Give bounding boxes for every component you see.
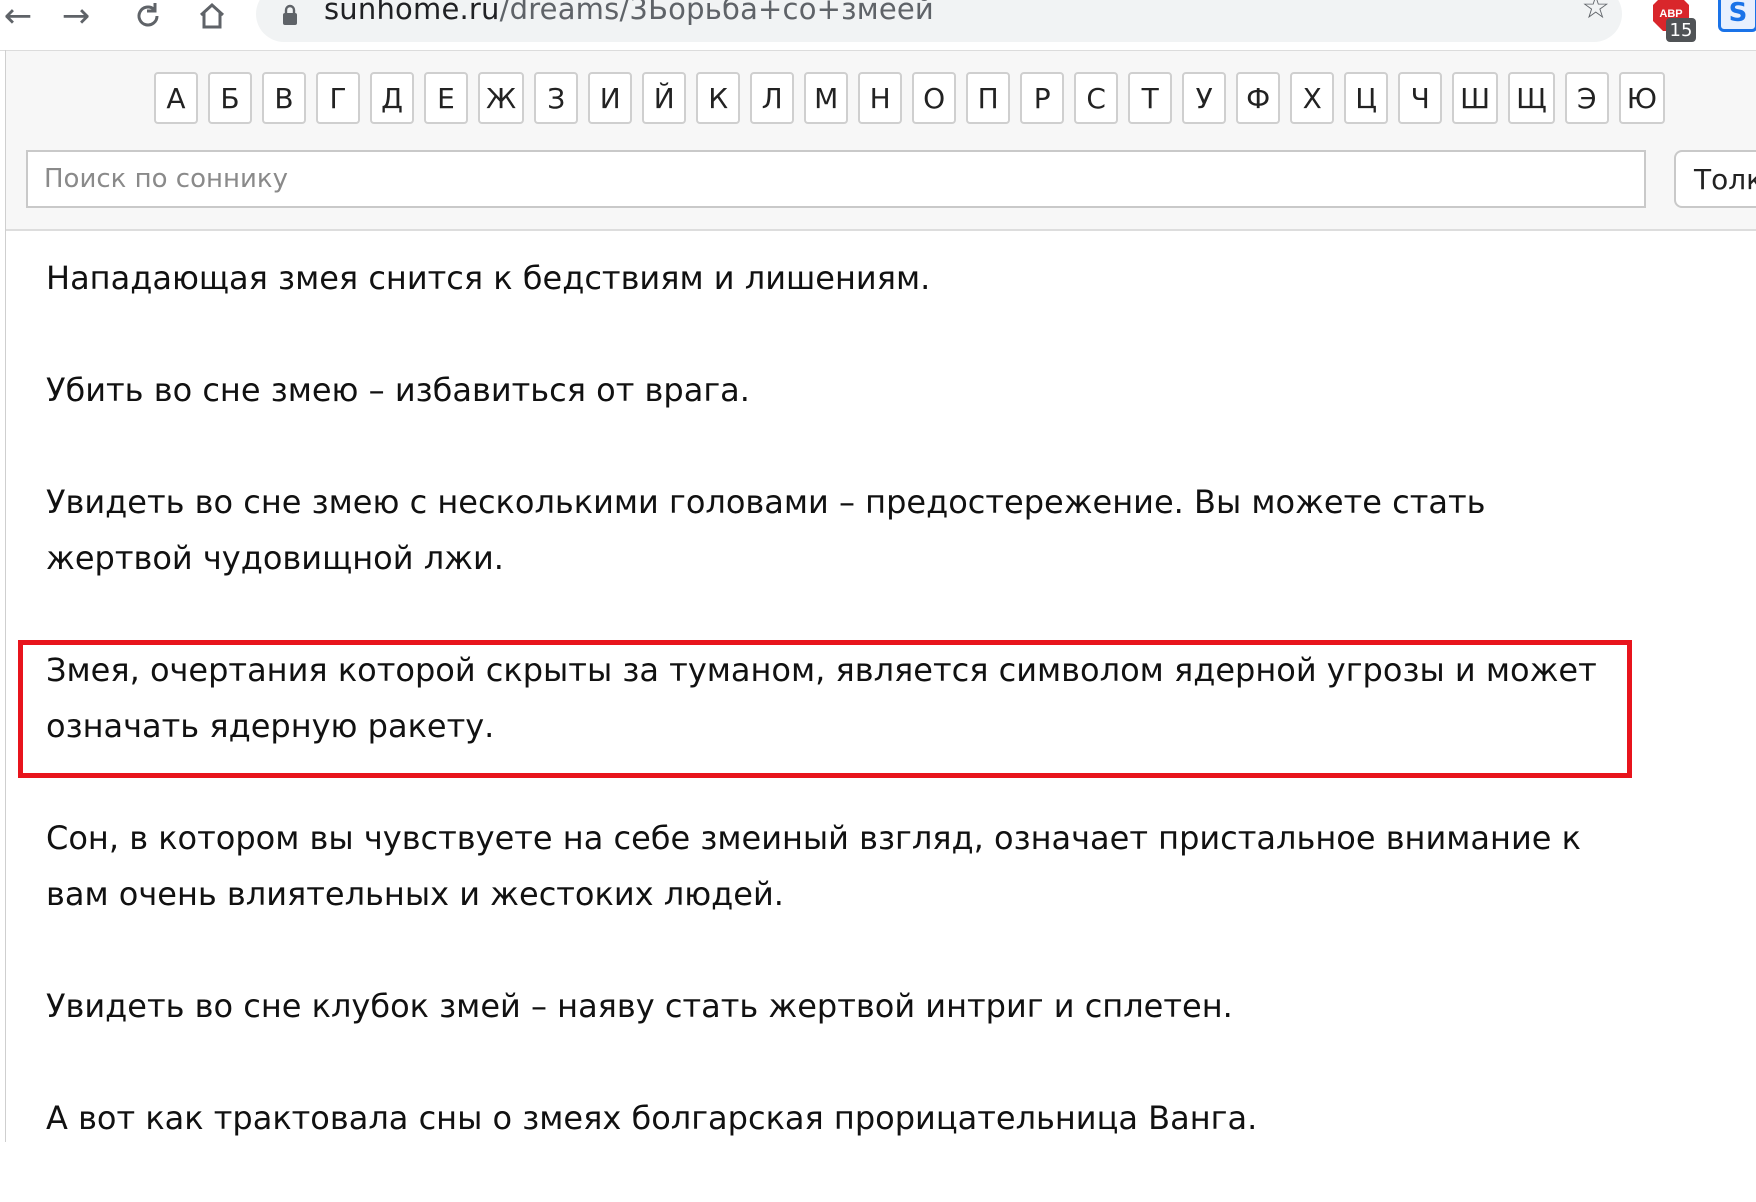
letter-button[interactable]: Х [1290,72,1335,124]
letter-button[interactable]: Г [316,72,360,124]
letter-button[interactable]: Л [750,72,795,124]
lock-icon [283,4,297,25]
letter-button[interactable]: Э [1564,72,1609,124]
address-bar[interactable]: sunhome.ru/dreams/3Борьба+со+змеей ☆ [256,0,1622,42]
reload-icon[interactable] [126,0,170,38]
red-highlight-box [18,640,1632,778]
letter-button[interactable]: Р [1020,72,1065,124]
letter-button[interactable]: Н [858,72,903,124]
interpretation-paragraph: Убить во сне змею – избавиться от врага. [46,371,750,409]
letter-button[interactable]: А [154,72,198,124]
letter-button[interactable]: Щ [1508,72,1555,124]
letter-button[interactable]: К [696,72,741,124]
back-arrow-icon[interactable]: ← [0,0,40,38]
letter-button[interactable]: П [966,72,1011,124]
home-icon[interactable] [190,0,234,38]
letter-button[interactable]: Ф [1236,72,1281,124]
letter-button[interactable]: Ц [1344,72,1389,124]
interpretation-paragraph: Увидеть во сне клубок змей – наяву стать… [46,987,1233,1025]
letter-button[interactable]: Ж [478,72,525,124]
letter-button[interactable]: Ю [1618,72,1665,124]
letter-button[interactable]: И [588,72,633,124]
letter-button[interactable]: Ш [1452,72,1499,124]
letter-button[interactable]: В [262,72,306,124]
letter-button[interactable]: Б [208,72,252,124]
letter-button[interactable]: С [1074,72,1119,124]
letter-button[interactable]: У [1182,72,1227,124]
letter-button[interactable]: М [804,72,849,124]
url-text: sunhome.ru/dreams/3Борьба+со+змеей [324,0,934,26]
interpretation-paragraph: Сон, в котором вы чувствуете на себе зме… [46,819,1581,913]
letter-button[interactable]: О [912,72,957,124]
bookmark-star-icon[interactable]: ☆ [1581,0,1610,26]
browser-toolbar: ← → sunhome.ru/dreams/3Борьба+со+змеей ☆… [0,0,1756,51]
letter-button[interactable]: Ч [1398,72,1443,124]
interpretation-paragraph: Увидеть во сне змею с несколькими голова… [46,483,1486,577]
adblock-badge-count: 15 [1666,18,1696,42]
dream-search-input[interactable] [26,150,1646,208]
interpret-button[interactable]: Толк [1674,150,1756,208]
alphabet-nav: АБВГДЕЖЗИЙКЛМНОПРСТУФХЦЧШЩЭЮ [154,72,1665,124]
letter-button[interactable]: Й [642,72,687,124]
interpretation-paragraph: А вот как трактовала сны о змеях болгарс… [46,1099,1258,1137]
letter-button[interactable]: Т [1128,72,1173,124]
s-extension-icon[interactable]: S [1718,0,1756,32]
forward-arrow-icon[interactable]: → [54,0,98,38]
interpretation-paragraph: Нападающая змея снится к бедствиям и лиш… [46,259,931,297]
letter-button[interactable]: Е [424,72,468,124]
letter-button[interactable]: З [534,72,579,124]
letter-button[interactable]: Д [370,72,414,124]
